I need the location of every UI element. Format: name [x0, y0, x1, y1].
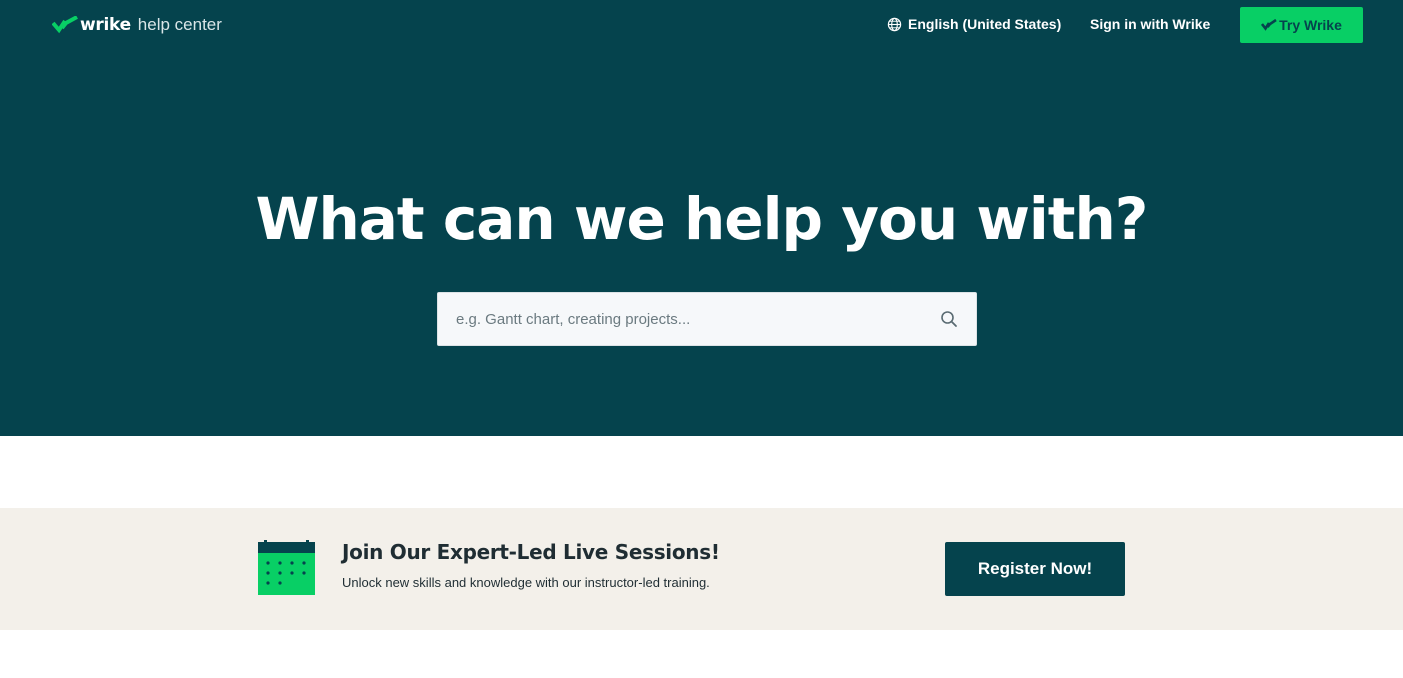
signin-link[interactable]: Sign in with Wrike [1090, 16, 1210, 32]
hero-title: What can we help you with? [255, 185, 1149, 253]
banner-title: Join Our Expert-Led Live Sessions! [342, 540, 720, 564]
globe-icon [887, 17, 902, 31]
search-input[interactable] [456, 293, 926, 345]
search-box [437, 292, 977, 346]
logo-wordmark: wrike [80, 15, 131, 35]
hero-section: wrike help center English (United States… [0, 0, 1403, 436]
try-wrike-label: Try Wrike [1279, 17, 1342, 33]
language-selector[interactable]: English (United States) [887, 16, 1061, 32]
search-icon[interactable] [940, 310, 958, 328]
live-sessions-banner [0, 508, 1403, 630]
calendar-icon [258, 540, 315, 595]
logo-subtitle: help center [137, 15, 222, 34]
register-now-button[interactable]: Register Now! [945, 542, 1125, 596]
wrike-checkmark-logo-icon [52, 16, 78, 34]
banner-subtitle: Unlock new skills and knowledge with our… [342, 575, 710, 590]
wrike-logo[interactable]: wrike help center [52, 14, 222, 36]
try-wrike-button[interactable]: Try Wrike [1240, 7, 1363, 43]
wrike-checkmark-icon [1261, 19, 1277, 31]
language-label: English (United States) [908, 16, 1062, 32]
